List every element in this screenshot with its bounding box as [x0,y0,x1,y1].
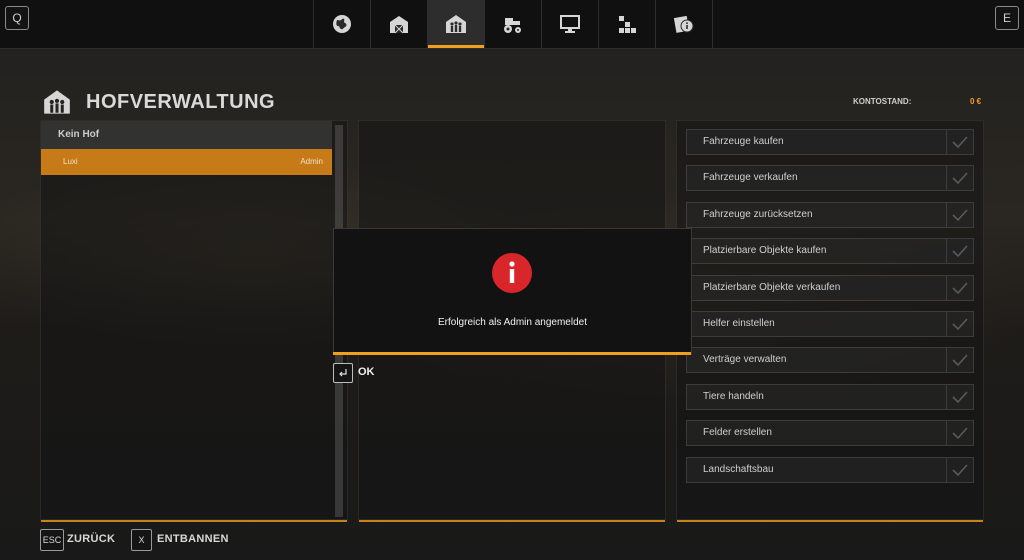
tab-info[interactable] [655,0,713,48]
player-row[interactable]: Luxi Admin [41,149,332,175]
checkmark-icon[interactable] [946,312,973,336]
tab-farm-management[interactable] [427,0,484,48]
permission-label: Felder erstellen [703,427,772,438]
info-dialog: Erfolgreich als Admin angemeldet [333,228,692,355]
page-header: HOFVERWALTUNG [42,88,275,116]
page-title: HOFVERWALTUNG [86,90,276,113]
permission-label: Tiere handeln [703,391,764,402]
tab-production[interactable] [598,0,655,48]
permission-label: Fahrzeuge verkaufen [703,172,798,183]
permission-label: Fahrzeuge zurücksetzen [703,209,813,220]
permission-label: Verträge verwalten [703,354,787,365]
top-menu-bar: Q E [0,0,1024,49]
checkmark-icon[interactable] [946,458,973,482]
permission-row[interactable]: Fahrzeuge zurücksetzen [686,202,974,228]
balance-label: KONTOSTAND: [853,97,912,106]
permission-row[interactable]: Fahrzeuge kaufen [686,129,974,155]
permission-row[interactable]: Helfer einstellen [686,311,974,337]
player-name: Luxi [63,157,78,166]
unban-button[interactable]: ENTBANNEN [157,533,229,545]
checkmark-icon[interactable] [946,385,973,409]
ok-button[interactable]: OK [358,366,375,378]
next-page-key[interactable]: E [995,6,1019,30]
tractor-icon [504,18,521,33]
prev-page-key[interactable]: Q [5,6,29,30]
tab-vehicles[interactable] [484,0,541,48]
checkmark-icon[interactable] [946,421,973,445]
permission-row[interactable]: Tiere handeln [686,384,974,410]
info-docs-icon [673,15,694,33]
alert-info-icon [492,253,532,293]
balance-value: 0 € [970,97,982,106]
permission-label: Landschaftsbau [703,464,774,475]
farm-management-icon [446,15,466,33]
panel-underline [359,520,665,522]
farm-header[interactable]: Kein Hof [41,121,332,149]
tab-buildings[interactable] [370,0,427,48]
permission-row[interactable]: Platzierbare Objekte verkaufen [686,275,974,301]
enter-key-icon[interactable] [333,363,353,383]
globe-icon [333,15,351,33]
permission-label: Helfer einstellen [703,318,775,329]
x-key[interactable]: X [131,529,152,551]
checkmark-icon[interactable] [946,130,973,154]
menu-tabs [313,0,713,48]
checkmark-icon[interactable] [946,348,973,372]
barn-icon [390,16,408,34]
permission-row[interactable]: Verträge verwalten [686,347,974,373]
permission-row[interactable]: Fahrzeuge verkaufen [686,165,974,191]
monitor-icon [560,15,580,33]
tab-map[interactable] [313,0,370,48]
permission-row[interactable]: Felder erstellen [686,420,974,446]
permission-row[interactable]: Landschaftsbau [686,457,974,483]
esc-key[interactable]: ESC [40,529,64,551]
pallets-icon [619,16,636,33]
permission-label: Platzierbare Objekte verkaufen [703,282,841,293]
panel-underline [41,520,347,522]
permission-label: Fahrzeuge kaufen [703,136,784,147]
checkmark-icon[interactable] [946,166,973,190]
farm-list-panel: Kein Hof Luxi Admin [40,120,348,522]
dialog-message: Erfolgreich als Admin angemeldet [438,317,587,328]
permissions-panel: Fahrzeuge kaufen Fahrzeuge verkaufen Fah… [676,120,984,522]
back-button[interactable]: ZURÜCK [67,533,115,545]
dialog-accent-bar [333,352,691,355]
checkmark-icon[interactable] [946,203,973,227]
tab-statistics[interactable] [541,0,598,48]
panel-underline [677,520,983,522]
farm-management-icon [44,90,70,114]
player-role: Admin [300,157,323,166]
permission-label: Platzierbare Objekte kaufen [703,245,827,256]
checkmark-icon[interactable] [946,239,973,263]
checkmark-icon[interactable] [946,276,973,300]
permission-row[interactable]: Platzierbare Objekte kaufen [686,238,974,264]
